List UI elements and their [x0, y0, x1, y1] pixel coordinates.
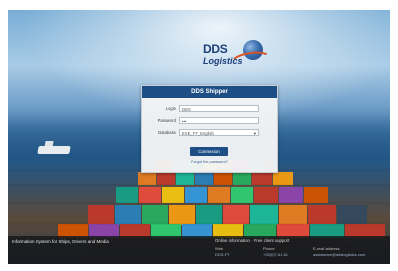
login-title: DDS Shipper — [142, 86, 277, 98]
database-selected-value: EXE_FT_English — [182, 131, 214, 136]
connect-button[interactable]: Connexion — [190, 147, 228, 156]
database-select[interactable]: EXE_FT_English ▾ — [179, 129, 259, 136]
login-label: Login — [165, 106, 176, 111]
database-row: Database EXE_FT_English ▾ — [148, 129, 272, 137]
forgot-password-link[interactable]: Forgot the password? — [142, 160, 277, 164]
login-row: Login DDS — [148, 105, 272, 113]
footer-col-web: Web DDS-FT — [215, 246, 230, 257]
database-label: Database — [158, 130, 176, 135]
footer-phone-value: +33(0)7.61.61 — [263, 251, 289, 257]
footer-col-phone: Phone +33(0)7.61.61 — [263, 246, 288, 257]
logo-text-dds: DDS — [203, 42, 228, 56]
password-row: Password ••• — [148, 117, 272, 125]
logo-text-logistics: Logistics — [203, 56, 243, 66]
password-label: Password — [157, 118, 176, 123]
login-input[interactable]: DDS — [179, 105, 259, 112]
footer-col-email: E-mail address assistance@ddslogistics.c… — [313, 246, 365, 257]
footer-support: Online information · Free client support — [215, 238, 290, 243]
login-panel: DDS Shipper Login DDS Password ••• Datab… — [141, 85, 278, 173]
login-screen: DDS Logistics DDS Shipper Login DDS Pass… — [8, 10, 390, 264]
footer-tagline: Information System for Ships, Drivers an… — [12, 239, 109, 244]
password-input[interactable]: ••• — [179, 117, 259, 124]
footer-email-value[interactable]: assistance@ddslogistics.com — [313, 252, 365, 258]
footer-web-value[interactable]: DDS-FT — [215, 252, 230, 258]
chevron-down-icon: ▾ — [253, 131, 256, 136]
dds-logistics-logo: DDS Logistics — [203, 40, 274, 76]
